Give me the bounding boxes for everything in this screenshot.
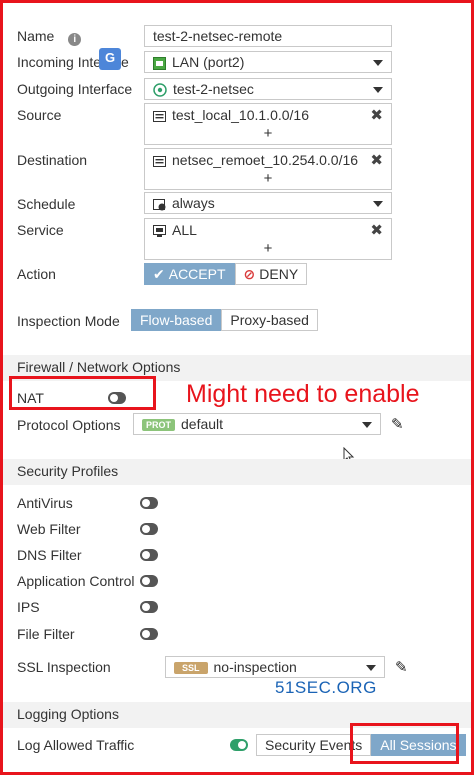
address-object-icon [153,155,166,171]
ssl-inspection-select[interactable]: SSL no-inspection [165,656,385,678]
ips-toggle[interactable] [140,601,158,613]
protocol-options-select[interactable]: PROT default [133,413,381,435]
web-filter-label: Web Filter [17,521,81,537]
chevron-down-icon [373,87,383,93]
application-control-label: Application Control [17,573,135,589]
service-label: Service [17,222,64,238]
log-allowed-traffic-label: Log Allowed Traffic [17,737,135,753]
checkmark-icon: ✔ [153,266,165,282]
destination-field[interactable]: netsec_remoet_10.254.0.0/16 ✖ + [144,148,392,190]
prot-tag: PROT [142,419,176,431]
add-destination-button[interactable]: + [145,170,391,187]
inspection-mode-toggle: Flow-based Proxy-based [131,309,318,331]
deny-button[interactable]: ⊘ DENY [234,263,308,285]
add-source-button[interactable]: + [145,125,391,142]
add-service-button[interactable]: + [145,240,391,257]
incoming-interface-select[interactable]: LAN (port2) [144,51,392,73]
chevron-down-icon [366,665,376,671]
outgoing-interface-label: Outgoing Interface [17,81,133,97]
network-port-icon [153,57,166,73]
application-control-toggle[interactable] [140,575,158,587]
flow-based-button[interactable]: Flow-based [131,309,222,331]
antivirus-toggle[interactable] [140,497,158,509]
service-icon [153,225,166,241]
annotation-text: Might need to enable [186,380,420,408]
nat-toggle[interactable] [108,392,126,404]
watermark: 51SEC.ORG [275,678,377,697]
source-field[interactable]: test_local_10.1.0.0/16 ✖ + [144,103,392,145]
chevron-down-icon [362,422,372,428]
schedule-icon [153,198,166,214]
file-filter-label: File Filter [17,626,75,642]
dns-filter-toggle[interactable] [140,549,158,561]
destination-label: Destination [17,152,88,168]
edit-protocol-pencil-icon[interactable]: ✎ [391,415,404,433]
proxy-based-button[interactable]: Proxy-based [221,309,318,331]
action-toggle: ✔ ACCEPT ⊘ DENY [144,263,308,285]
ssl-tag: SSL [174,662,208,674]
remove-service-button[interactable]: ✖ [370,221,383,239]
ips-label: IPS [17,599,40,615]
outgoing-interface-select[interactable]: test-2-netsec [144,78,392,100]
block-icon: ⊘ [243,266,256,282]
protocol-options-label: Protocol Options [17,417,121,433]
source-label: Source [17,107,62,123]
web-filter-toggle[interactable] [140,523,158,535]
log-allowed-traffic-toggle[interactable] [230,739,248,751]
all-sessions-highlight-box [350,723,459,764]
dns-filter-label: DNS Filter [17,547,82,563]
name-label: Name i [17,28,82,46]
incoming-interface-label: Incoming Inte [17,54,102,70]
security-profiles-section-header: Security Profiles [3,459,471,485]
incoming-interface-label-tail: e [121,54,129,70]
file-filter-toggle[interactable] [140,628,158,640]
vpn-tunnel-icon [153,83,167,100]
edit-ssl-pencil-icon[interactable]: ✎ [395,658,408,676]
remove-destination-button[interactable]: ✖ [370,151,383,169]
address-object-icon [153,110,166,126]
action-label: Action [17,266,56,282]
remove-source-button[interactable]: ✖ [370,106,383,124]
accept-button[interactable]: ✔ ACCEPT [144,263,235,285]
chevron-down-icon [373,201,383,207]
schedule-select[interactable]: always [144,192,392,214]
antivirus-label: AntiVirus [17,495,73,511]
chevron-down-icon [373,60,383,66]
schedule-label: Schedule [17,196,76,212]
service-field[interactable]: ALL ✖ + [144,218,392,260]
translate-icon[interactable]: G [99,48,121,70]
ssl-inspection-label: SSL Inspection [17,659,111,675]
name-input[interactable]: test-2-netsec-remote [144,25,392,47]
nat-label: NAT [17,390,44,406]
inspection-mode-label: Inspection Mode [17,313,120,329]
info-icon[interactable]: i [68,33,82,46]
